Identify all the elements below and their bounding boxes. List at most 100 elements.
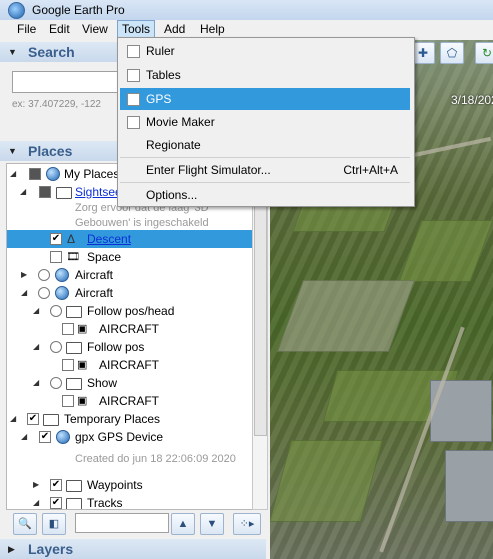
checkbox-checked[interactable]: ✔ [39, 431, 51, 443]
menu-shortcut: Ctrl+Alt+A [343, 163, 398, 177]
radio-button[interactable] [50, 377, 62, 389]
split-view-icon[interactable]: ◧ [42, 513, 66, 535]
menu-item-ruler[interactable]: Ruler [120, 40, 410, 62]
tree-item-tracks[interactable]: ◢ ✔ Tracks [7, 494, 253, 510]
menu-item-movie-maker[interactable]: Movie Maker [120, 111, 410, 133]
tree-item-descent[interactable]: ✔ Δ Descent [7, 230, 253, 248]
menu-add[interactable]: Add [160, 21, 189, 38]
menu-item-regionate[interactable]: Regionate [120, 134, 410, 156]
menu-item-tables[interactable]: Tables [120, 64, 410, 86]
globe-icon [55, 286, 69, 300]
checkbox-checked[interactable]: ✔ [50, 233, 62, 245]
tree-item-label: Temporary Places [64, 412, 161, 426]
checkbox[interactable] [127, 69, 140, 82]
collapse-triangle-icon[interactable]: ◢ [21, 284, 29, 302]
tree-item-aircraft[interactable]: ▶ Aircraft [7, 266, 253, 284]
film-icon: 🎞 [66, 251, 80, 263]
tree-item-link[interactable]: Descent [87, 230, 131, 248]
checkbox[interactable] [127, 93, 140, 106]
folder-icon [66, 498, 82, 509]
menu-view[interactable]: View [78, 21, 112, 38]
tree-item-aircraft-model[interactable]: ▣ AIRCRAFT [7, 356, 253, 374]
search-icon[interactable]: 🔍 [13, 513, 37, 535]
tree-item-waypoints[interactable]: ▶ ✔ Waypoints [7, 476, 253, 494]
checkbox[interactable] [62, 395, 74, 407]
move-up-icon[interactable]: ▲ [171, 513, 195, 535]
menu-item-label: Movie Maker [146, 115, 215, 129]
add-polygon-icon[interactable]: ⬠ [440, 42, 464, 64]
menu-item-flight-simulator[interactable]: Enter Flight Simulator... Ctrl+Alt+A [120, 159, 410, 181]
menu-item-label: Options... [146, 188, 198, 202]
checkbox[interactable] [62, 323, 74, 335]
layers-section-header[interactable]: ▶ Layers [0, 539, 266, 559]
menu-file[interactable]: File [13, 21, 40, 38]
checkbox-partial[interactable] [39, 186, 51, 198]
checkbox[interactable] [127, 116, 140, 129]
model-icon: ▣ [77, 395, 88, 407]
tree-item-aircraft-model[interactable]: ▣ AIRCRAFT [7, 392, 253, 410]
collapse-triangle-icon[interactable]: ◢ [21, 428, 29, 446]
checkbox-checked[interactable]: ✔ [50, 497, 62, 509]
checkbox-partial[interactable] [29, 168, 41, 180]
tree-item-temporary-places[interactable]: ◢ ✔ Temporary Places [7, 410, 253, 428]
expand-triangle-icon[interactable]: ▶ [33, 476, 41, 494]
tree-item-label: Tracks [87, 496, 123, 510]
collapse-arrow-icon: ▼ [8, 146, 17, 156]
model-icon: ▣ [77, 323, 88, 335]
scrollbar-thumb[interactable] [254, 204, 267, 436]
collapse-triangle-icon[interactable]: ◢ [33, 374, 41, 392]
menu-item-label: Enter Flight Simulator... [146, 163, 271, 177]
tree-item-label: Waypoints [87, 478, 143, 492]
globe-icon [55, 268, 69, 282]
collapse-triangle-icon[interactable]: ◢ [10, 410, 18, 428]
tree-item-label: Space [87, 250, 122, 264]
model-icon: ▣ [77, 359, 88, 371]
tree-item-gpx-gps-device[interactable]: ◢ ✔ gpx GPS Device [7, 428, 253, 446]
collapse-triangle-icon[interactable]: ◢ [33, 302, 41, 320]
tree-item-aircraft[interactable]: ◢ Aircraft [7, 284, 253, 302]
tree-item-label: Follow pos [87, 340, 145, 354]
places-header-label: Places [28, 143, 73, 159]
tour-icon: Δ [67, 232, 76, 246]
places-scrollbar[interactable] [252, 163, 268, 510]
folder-icon [66, 342, 82, 354]
menu-help[interactable]: Help [196, 21, 229, 38]
radio-button[interactable] [38, 269, 50, 281]
checkbox-checked[interactable]: ✔ [27, 413, 39, 425]
collapse-triangle-icon[interactable]: ◢ [10, 165, 18, 183]
collapse-triangle-icon[interactable]: ◢ [33, 338, 41, 356]
tree-item-follow-pos-head[interactable]: ◢ Follow pos/head [7, 302, 253, 320]
tree-item-aircraft-model[interactable]: ▣ AIRCRAFT [7, 320, 253, 338]
menu-item-gps[interactable]: GPS [120, 88, 410, 110]
title-bar: Google Earth Pro [0, 0, 493, 20]
checkbox[interactable] [127, 45, 140, 58]
checkbox[interactable] [62, 359, 74, 371]
more-options-icon[interactable]: ⁘▸ [233, 513, 261, 535]
tree-item-label: gpx GPS Device [75, 430, 164, 444]
radio-button[interactable] [50, 341, 62, 353]
move-down-icon[interactable]: ▼ [200, 513, 224, 535]
window-title: Google Earth Pro [32, 3, 125, 17]
checkbox-checked[interactable]: ✔ [50, 479, 62, 491]
places-search-input[interactable] [75, 513, 169, 533]
menu-item-options[interactable]: Options... [120, 184, 410, 206]
radio-button[interactable] [38, 287, 50, 299]
tree-item-show[interactable]: ◢ Show [7, 374, 253, 392]
tree-item-follow-pos[interactable]: ◢ Follow pos [7, 338, 253, 356]
menu-separator [120, 182, 410, 183]
folder-icon [66, 306, 82, 318]
tree-item-label: AIRCRAFT [99, 322, 159, 336]
folder-icon [56, 187, 72, 199]
menu-edit[interactable]: Edit [45, 21, 74, 38]
checkbox[interactable] [50, 251, 62, 263]
tree-item-label: Aircraft [75, 286, 114, 300]
tree-item-label: AIRCRAFT [99, 358, 159, 372]
tree-item-description: Created do jun 18 22:06:09 2020 [75, 453, 236, 465]
tree-item-space[interactable]: 🎞 Space [7, 248, 253, 266]
expand-triangle-icon[interactable]: ▶ [21, 266, 29, 284]
places-toolbar: 🔍 ◧ ▲ ▼ ⁘▸ [0, 510, 270, 536]
radio-button[interactable] [50, 305, 62, 317]
historical-imagery-icon[interactable]: ↻ [475, 42, 493, 64]
collapse-triangle-icon[interactable]: ◢ [20, 183, 28, 201]
collapse-triangle-icon[interactable]: ◢ [33, 494, 41, 509]
